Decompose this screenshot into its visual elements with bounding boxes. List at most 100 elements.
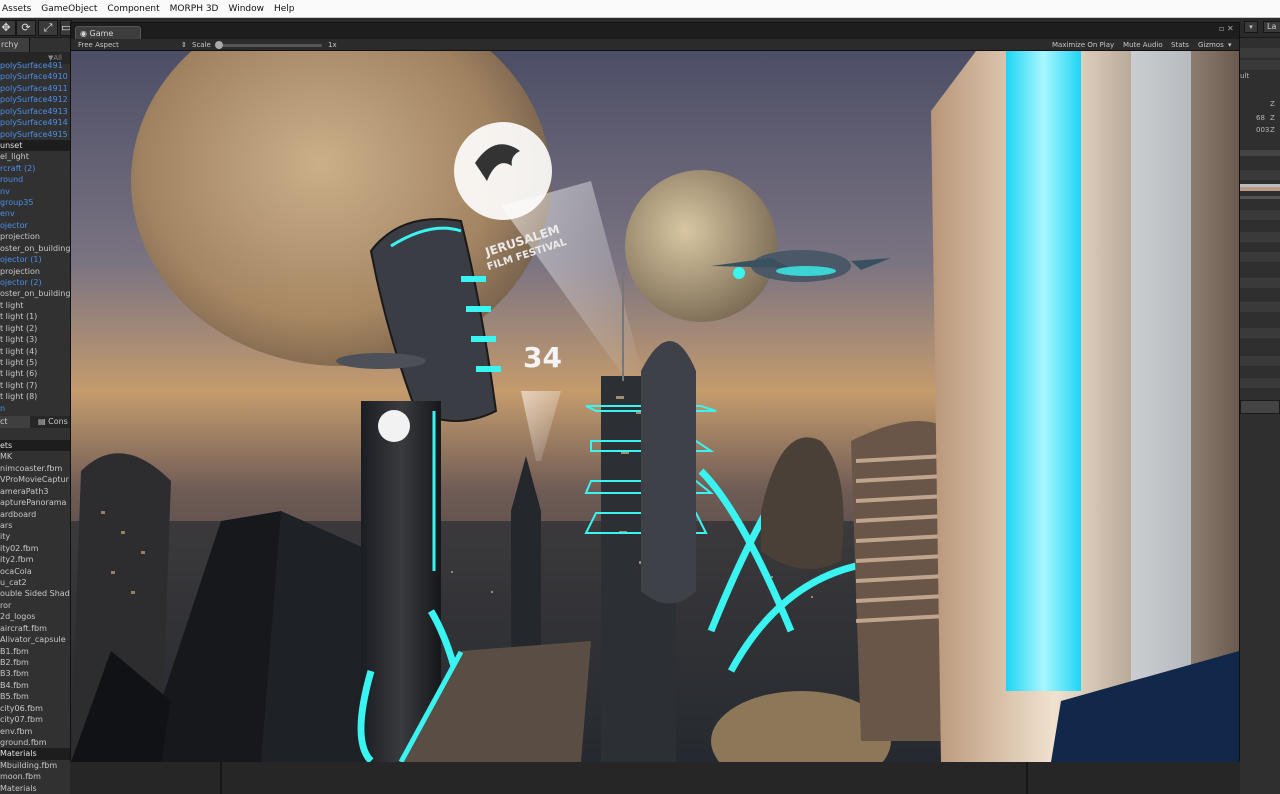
hierarchy-item[interactable]: oster_on_building [0,243,70,254]
hierarchy-item[interactable]: ojector [0,220,70,231]
project-item[interactable]: city06.fbm [0,703,70,714]
project-item[interactable]: B2.fbm [0,657,70,668]
project-item[interactable]: B3.fbm [0,668,70,679]
project-item[interactable]: B1.fbm [0,646,70,657]
project-item[interactable]: MK [0,451,70,462]
color-swatch[interactable] [1240,187,1280,191]
inspector-value[interactable]: 68 [1256,114,1265,122]
layout-dropdown[interactable]: La [1263,21,1280,33]
project-item[interactable]: B5.fbm [0,691,70,702]
hierarchy-item[interactable]: polySurface491 [0,60,70,71]
inspector-value[interactable]: 003 [1256,126,1269,134]
project-item[interactable]: ity2.fbm [0,554,70,565]
gizmos-dropdown-arrow-icon[interactable]: ▾ [1228,39,1232,51]
aspect-dropdown[interactable]: Free Aspect [78,39,119,51]
rotate-tool-icon[interactable]: ⟳ [16,20,36,36]
hierarchy-item[interactable]: group35 [0,197,70,208]
project-item[interactable]: ground.fbm [0,737,70,748]
project-item[interactable]: ameraPath3 [0,486,70,497]
hierarchy-item[interactable]: polySurface4914 [0,117,70,128]
stats-toggle[interactable]: Stats [1171,39,1189,51]
project-item[interactable]: city07.fbm [0,714,70,725]
hierarchy-item[interactable]: rcraft (2) [0,163,70,174]
hierarchy-item[interactable]: n [0,403,70,414]
panel-splitter[interactable] [220,760,222,794]
tab-game[interactable]: ◉ Game [75,26,141,40]
project-item[interactable]: env.fbm [0,726,70,737]
inspector-field[interactable] [1240,210,1280,220]
inspector-button[interactable] [1240,400,1280,414]
hierarchy-item[interactable]: polySurface4915 [0,129,70,140]
hierarchy-item[interactable]: env [0,208,70,219]
scale-slider-track[interactable] [218,44,322,47]
game-viewport[interactable]: JERUSALEM FILM FESTIVAL 34 [71,51,1239,762]
project-item[interactable]: ror [0,600,70,611]
inspector-field[interactable] [1240,60,1280,70]
hierarchy-item[interactable]: polySurface4912 [0,94,70,105]
inspector-field[interactable] [1240,170,1280,180]
hierarchy-item[interactable]: t light (5) [0,357,70,368]
hierarchy-item[interactable]: projection [0,231,70,242]
project-item[interactable]: ets [0,440,70,452]
hierarchy-tab[interactable]: rchy [0,38,30,52]
window-controls[interactable]: ▫ ✕ [1219,24,1234,33]
inspector-field[interactable] [1240,252,1280,262]
mute-audio-toggle[interactable]: Mute Audio [1123,39,1163,51]
tab-project[interactable]: ct [0,416,30,428]
project-item[interactable]: Materials [0,783,70,794]
project-item[interactable]: ity02.fbm [0,543,70,554]
hierarchy-item[interactable]: t light (7) [0,380,70,391]
inspector-field[interactable] [1240,48,1280,58]
hierarchy-item[interactable]: polySurface4910 [0,71,70,82]
project-item[interactable]: u_cat2 [0,577,70,588]
project-item[interactable]: ity [0,531,70,542]
project-item[interactable]: apturePanorama [0,497,70,508]
inspector-field[interactable] [1240,356,1280,366]
scale-slider-handle[interactable] [215,41,223,49]
inspector-field[interactable] [1240,328,1280,338]
project-item[interactable]: moon.fbm [0,771,70,782]
project-item[interactable]: ardboard [0,509,70,520]
hierarchy-item[interactable]: t light (8) [0,391,70,402]
menu-assets[interactable]: Assets [0,4,36,14]
inspector-field[interactable] [1240,232,1280,242]
tab-console[interactable]: ▤ Cons [38,416,70,428]
maximize-on-play-toggle[interactable]: Maximize On Play [1052,39,1114,51]
menu-gameobject[interactable]: GameObject [36,4,102,14]
project-item[interactable]: ars [0,520,70,531]
project-item[interactable]: aircraft.fbm [0,623,70,634]
move-tool-icon[interactable]: ✥ [0,20,16,36]
hierarchy-item[interactable]: t light (3) [0,334,70,345]
project-item[interactable]: Alivator_capsule [0,634,70,645]
hierarchy-item[interactable]: polySurface4911 [0,83,70,94]
hierarchy-item[interactable]: nv [0,186,70,197]
hierarchy-item[interactable]: t light (1) [0,311,70,322]
menu-window[interactable]: Window [224,4,270,14]
hierarchy-item[interactable]: ojector (2) [0,277,70,288]
scale-tool-icon[interactable]: ⤢ [38,20,58,36]
project-item[interactable]: B4.fbm [0,680,70,691]
menu-help[interactable]: Help [269,4,300,14]
hierarchy-item[interactable]: el_light [0,151,70,162]
hierarchy-item[interactable]: round [0,174,70,185]
hierarchy-item[interactable]: ojector (1) [0,254,70,265]
project-item[interactable]: nimcoaster.fbm [0,463,70,474]
menu-component[interactable]: Component [102,4,164,14]
hierarchy-item[interactable]: unset [0,139,70,152]
hierarchy-item[interactable]: oster_on_building [0,288,70,299]
menu-morph3d[interactable]: MORPH 3D [165,4,224,14]
project-item[interactable]: ouble Sided Shad [0,588,70,599]
project-item[interactable]: ocaCola [0,566,70,577]
project-item[interactable]: Mbuilding.fbm [0,760,70,771]
inspector-field[interactable] [1240,278,1280,288]
panel-splitter[interactable] [1026,760,1028,794]
inspector-field[interactable] [1240,378,1280,388]
gizmos-dropdown[interactable]: Gizmos [1198,39,1224,51]
inspector-field[interactable] [1240,302,1280,312]
hierarchy-item[interactable]: polySurface4913 [0,106,70,117]
hierarchy-item[interactable]: projection [0,266,70,277]
project-item[interactable]: Materials [0,748,70,760]
project-item[interactable]: 2d_logos [0,611,70,622]
hierarchy-item[interactable]: t light (4) [0,346,70,357]
hierarchy-item[interactable]: t light (2) [0,323,70,334]
